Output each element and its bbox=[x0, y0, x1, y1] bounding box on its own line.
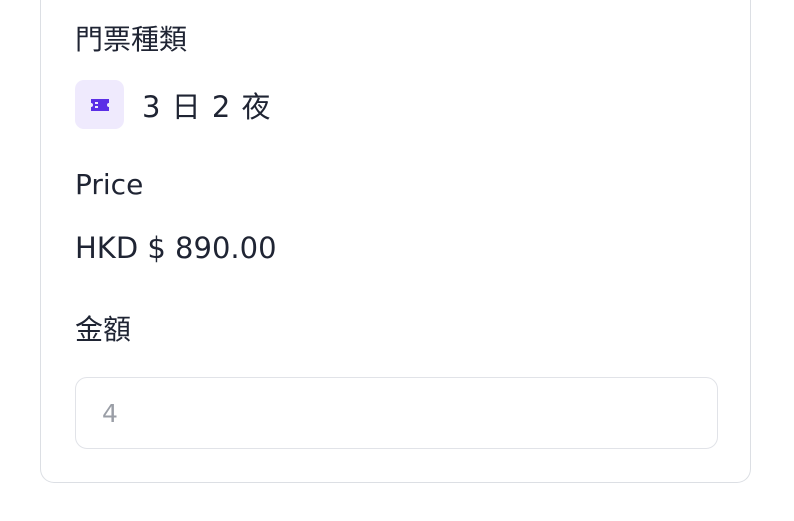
price-value: HKD $ 890.00 bbox=[75, 231, 277, 265]
ticket-type-option[interactable]: 3 日 2 夜 bbox=[75, 80, 272, 129]
amount-input[interactable] bbox=[75, 377, 718, 449]
amount-label: 金額 bbox=[75, 313, 132, 346]
ticket-badge bbox=[75, 80, 124, 129]
price-label: Price bbox=[75, 168, 144, 201]
ticket-type-label: 門票種類 bbox=[75, 23, 188, 56]
ticket-type-value: 3 日 2 夜 bbox=[142, 89, 272, 124]
ticket-icon bbox=[90, 98, 109, 111]
